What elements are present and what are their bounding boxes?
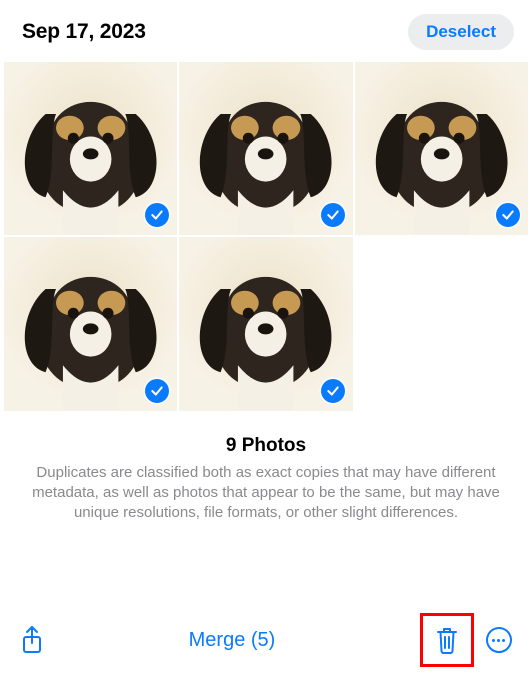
share-icon (20, 625, 44, 655)
more-button[interactable] (486, 627, 512, 653)
photo-thumbnail[interactable] (4, 62, 177, 235)
share-button[interactable] (20, 625, 44, 655)
more-icon (486, 627, 512, 653)
duplicates-description: Duplicates are classified both as exact … (0, 457, 532, 524)
photo-thumbnail[interactable] (179, 237, 352, 410)
photo-count-heading: 9 Photos (0, 435, 532, 457)
delete-button[interactable] (435, 626, 459, 654)
date-title: Sep 17, 2023 (22, 20, 146, 44)
header: Sep 17, 2023 Deselect (0, 0, 532, 62)
trash-highlight-annotation (420, 613, 474, 667)
trash-icon (435, 626, 459, 654)
photo-thumbnail[interactable] (355, 62, 528, 235)
selected-check-icon (145, 379, 169, 403)
selected-check-icon (321, 203, 345, 227)
photo-thumbnail[interactable] (179, 62, 352, 235)
bottom-toolbar: Merge (5) (0, 606, 532, 674)
merge-button[interactable]: Merge (5) (183, 628, 282, 653)
photo-thumbnail[interactable] (4, 237, 177, 410)
selected-check-icon (321, 379, 345, 403)
deselect-button[interactable]: Deselect (408, 14, 514, 50)
photo-grid (4, 62, 528, 411)
